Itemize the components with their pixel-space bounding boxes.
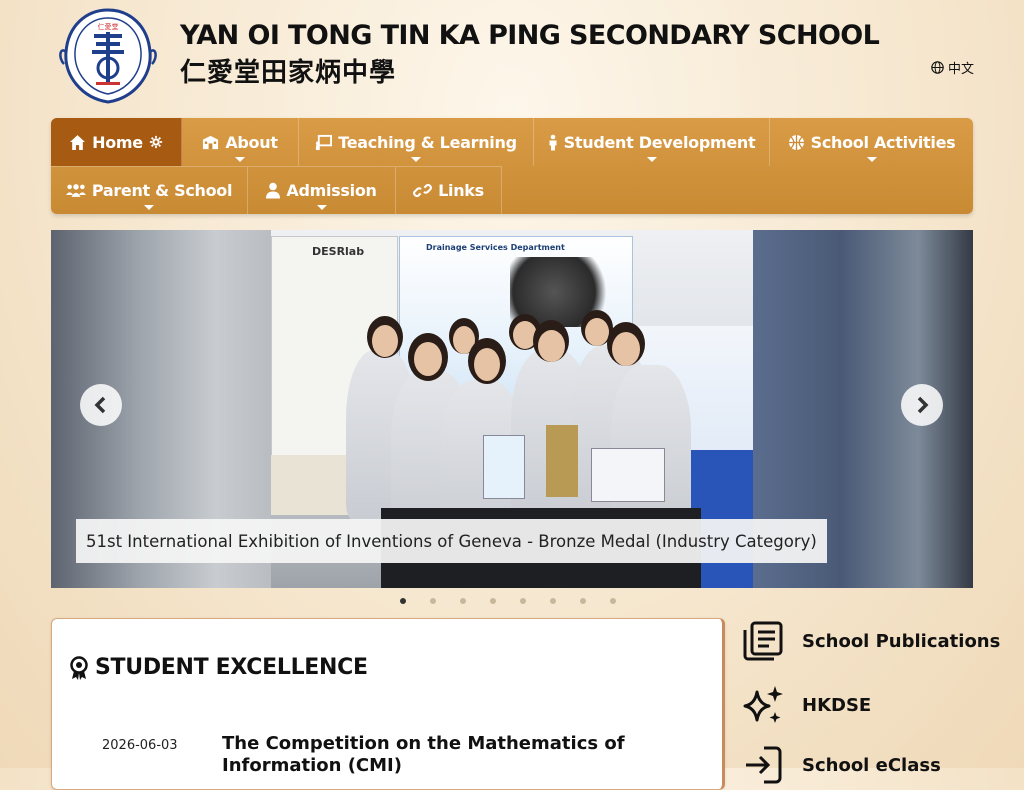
carousel-dot[interactable]: [610, 598, 616, 604]
nav-teaching-learning[interactable]: Teaching & Learning: [299, 118, 534, 166]
school-eclass-label: School eClass: [802, 754, 941, 776]
nav-student-development-label: Student Development: [563, 132, 756, 152]
nav-home-label: Home: [92, 132, 143, 152]
school-name-english: YAN OI TONG TIN KA PING SECONDARY SCHOOL: [180, 20, 880, 51]
nav-links-label: Links: [438, 181, 484, 200]
chevron-down-icon: [411, 157, 421, 162]
carousel-dot[interactable]: [580, 598, 586, 604]
nav-teaching-learning-label: Teaching & Learning: [338, 132, 517, 152]
student-excellence-heading: STUDENT EXCELLENCE: [69, 655, 368, 680]
carousel-next-button[interactable]: [901, 384, 943, 426]
carousel-dot[interactable]: [490, 598, 496, 604]
student-excellence-title: STUDENT EXCELLENCE: [95, 655, 368, 680]
nav-home[interactable]: Home: [51, 118, 182, 166]
chevron-down-icon: [866, 157, 877, 162]
person-icon: [549, 134, 557, 150]
student-excellence-card: STUDENT EXCELLENCE 2026-06-03 The Compet…: [51, 618, 725, 790]
hkdse-link[interactable]: HKDSE: [742, 684, 871, 726]
carousel-dot[interactable]: [520, 598, 526, 604]
hkdse-label: HKDSE: [802, 694, 872, 716]
school-publications-link[interactable]: School Publications: [742, 620, 1000, 662]
nav-school-activities[interactable]: School Activities: [770, 118, 973, 166]
nav-parent-school-label: Parent & School: [91, 181, 233, 200]
chevron-down-icon: [316, 205, 327, 210]
nav-school-activities-label: School Activities: [810, 132, 956, 152]
carousel-dot[interactable]: [430, 598, 436, 604]
language-toggle[interactable]: 中文: [931, 58, 974, 77]
link-icon: [413, 183, 432, 198]
nav-about[interactable]: About: [182, 118, 299, 166]
sparkles-icon: [743, 686, 783, 723]
main-navigation: Home About Teaching & Learning Student D…: [51, 118, 973, 214]
nav-student-development[interactable]: Student Development: [534, 118, 770, 166]
nav-admission-label: Admission: [286, 181, 377, 200]
globe-icon: [931, 61, 944, 74]
carousel-dot[interactable]: [550, 598, 556, 604]
chevron-down-icon: [144, 205, 154, 210]
award-icon: [70, 655, 88, 680]
school-eclass-link[interactable]: School eClass: [742, 744, 941, 786]
carousel-indicators: [400, 598, 616, 604]
school-name-chinese: 仁愛堂田家炳中學: [180, 58, 397, 88]
slide-caption: 51st International Exhibition of Inventi…: [76, 519, 827, 563]
chevron-down-icon: [646, 157, 657, 162]
language-toggle-label: 中文: [948, 62, 975, 77]
book-icon: [743, 621, 783, 661]
chalkboard-icon: [316, 134, 333, 150]
news-title-link[interactable]: The Competition on the Mathematics of In…: [222, 733, 642, 777]
nav-parent-school[interactable]: Parent & School: [51, 166, 248, 214]
home-icon: [70, 134, 86, 150]
hero-carousel[interactable]: DESRlab Drainage Services Department 51s…: [51, 230, 973, 588]
login-icon: [746, 746, 782, 784]
basketball-icon: [788, 134, 804, 150]
nav-about-label: About: [225, 132, 278, 152]
nav-admission[interactable]: Admission: [248, 166, 396, 214]
carousel-dot[interactable]: [400, 598, 406, 604]
carousel-prev-button[interactable]: [80, 384, 122, 426]
school-logo[interactable]: 仁愛堂: [56, 6, 160, 106]
news-date: 2026-06-03: [102, 738, 178, 753]
chevron-left-icon: [94, 396, 106, 414]
users-icon: [65, 184, 86, 197]
school-crest-icon: 仁愛堂: [59, 8, 157, 104]
chevron-right-icon: [917, 396, 929, 414]
nav-links[interactable]: Links: [396, 166, 502, 214]
svg-text:仁愛堂: 仁愛堂: [98, 22, 119, 31]
carousel-dot[interactable]: [460, 598, 466, 604]
gear-icon: [149, 135, 162, 149]
chevron-down-icon: [235, 157, 245, 162]
school-icon: [203, 135, 219, 149]
user-icon: [266, 182, 281, 199]
school-publications-label: School Publications: [802, 630, 1001, 652]
